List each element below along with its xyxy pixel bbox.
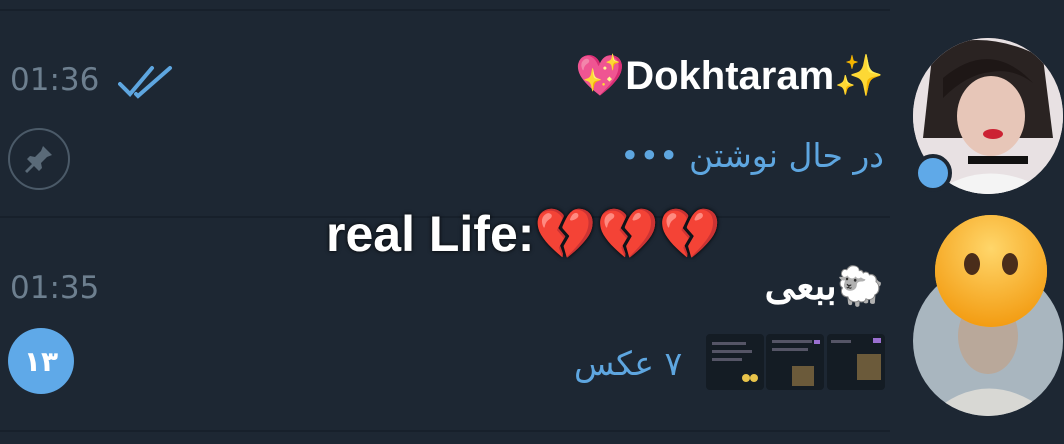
chat-time: 01:36 <box>10 62 100 98</box>
typing-status: در حال نوشتن ••• <box>620 136 884 175</box>
sheep-emoji: 🐑 <box>836 266 884 308</box>
chat-time: 01:35 <box>10 270 100 306</box>
face-without-mouth-emoji <box>935 215 1047 327</box>
unread-badge: ۱۳ <box>8 328 74 394</box>
pin-icon[interactable] <box>8 128 70 190</box>
double-check-icon <box>118 66 172 99</box>
preview-text: ۷ عکس <box>574 344 683 383</box>
chat-name: ببعی🐑 <box>764 266 884 308</box>
photo-thumbnail <box>706 334 764 390</box>
photo-thumbnail <box>766 334 824 390</box>
chat-name: 💖Dokhtaram✨ <box>575 54 884 98</box>
broken-heart-emoji: 💔💔💔 <box>534 206 722 262</box>
sparkles-emoji: ✨ <box>834 54 884 98</box>
overlay-caption: real Life:💔💔💔 <box>326 206 722 262</box>
top-divider <box>0 9 890 11</box>
chat-row-dokhtaram[interactable]: 01:36 💖Dokhtaram✨ در حال نوشتن ••• <box>0 18 1064 218</box>
bottom-divider <box>0 430 890 432</box>
photo-thumbnail <box>827 334 885 390</box>
sparkling-heart-emoji: 💖 <box>575 54 626 98</box>
online-indicator <box>914 154 952 192</box>
